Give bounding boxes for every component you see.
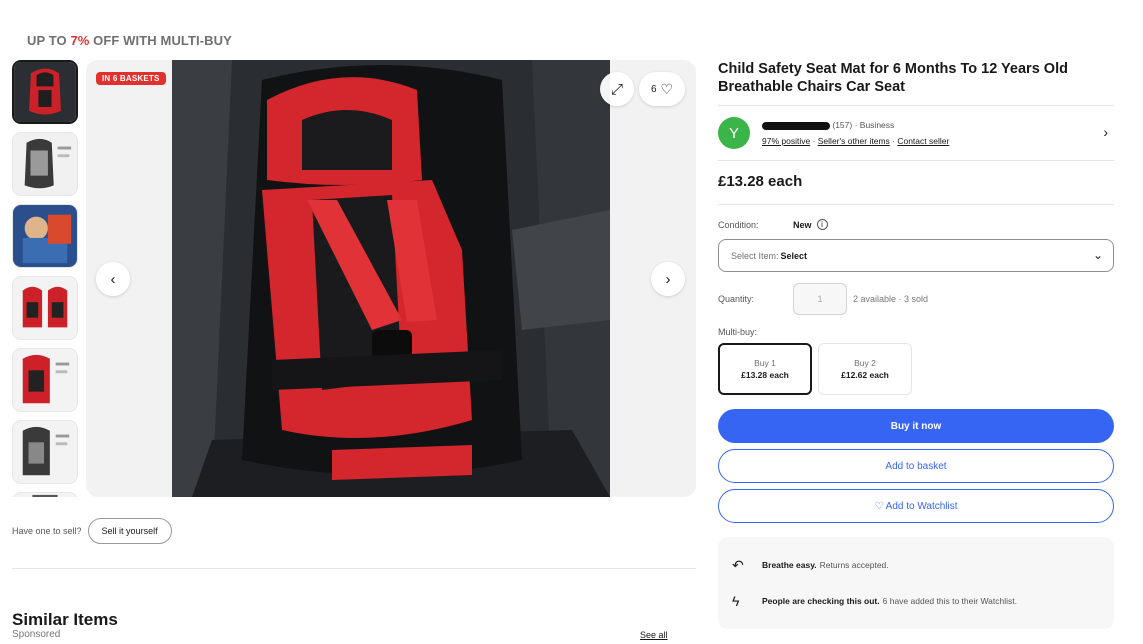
section-divider (12, 568, 696, 569)
item-price: £13.28 each (718, 173, 803, 190)
expand-image-button[interactable]: ⤢ (600, 72, 634, 106)
heart-icon: ♡ (660, 80, 674, 97)
thumbnail-7[interactable] (12, 492, 78, 497)
quantity-input[interactable]: 1 (793, 283, 847, 315)
watchers-bold: People are checking this out. (762, 596, 880, 606)
seller-name-redacted (762, 121, 830, 130)
similar-items-heading: Similar Items (12, 610, 118, 629)
divider (718, 204, 1114, 205)
promo-prefix: UP TO (27, 33, 71, 48)
seller-info: (157) · Business 97% positive · Seller's… (762, 120, 950, 146)
condition-row: Condition: New i (718, 219, 1114, 230)
divider (718, 105, 1114, 106)
quantity-availability: 2 available · 3 sold (853, 294, 929, 304)
thumbnail-6[interactable] (12, 420, 78, 484)
gallery-watch-button[interactable]: 6 ♡ (639, 72, 685, 106)
product-photo[interactable] (172, 60, 610, 497)
returns-bold: Breathe easy. (762, 560, 817, 570)
watchers-text: 6 have added this to their Watchlist. (882, 596, 1017, 606)
item-variant-select[interactable]: Select Item: Select ⌄ (718, 239, 1114, 272)
add-to-basket-button[interactable]: Add to basket (718, 449, 1114, 483)
seller-other-items-link[interactable]: Seller's other items (818, 136, 890, 146)
main-image-gallery: IN 6 BASKETS ‹ › ⤢ 6 ♡ (86, 60, 696, 497)
previous-image-button[interactable]: ‹ (96, 262, 130, 296)
thumbnail-3[interactable] (12, 204, 78, 268)
thumbnail-1[interactable] (12, 60, 78, 124)
multibuy-label: Multi-buy: (718, 327, 758, 337)
promo-percent: 7% (70, 33, 90, 48)
seller-feedback-count: (157) (832, 120, 853, 130)
return-arrow-icon: ↶ (732, 556, 744, 573)
contact-seller-link[interactable]: Contact seller (897, 136, 949, 146)
promo-suffix: OFF WITH MULTI-BUY (89, 33, 232, 48)
info-icon[interactable]: i (816, 219, 828, 230)
returns-info: ↶ Breathe easy. Returns accepted. (732, 547, 1100, 583)
in-baskets-badge: IN 6 BASKETS (96, 72, 166, 85)
watchers-info: ϟ People are checking this out. 6 have a… (732, 583, 1100, 619)
seller-card[interactable]: Y (157) · Business 97% positive · Seller… (718, 115, 1114, 151)
sell-your-own-row: Have one to sell? Sell it yourself (12, 518, 172, 544)
thumbnail-5[interactable] (12, 348, 78, 412)
product-title: Child Safety Seat Mat for 6 Months To 12… (718, 61, 1068, 95)
tier-price: £13.28 each (741, 370, 789, 380)
thumbnail-2[interactable] (12, 132, 78, 196)
info-box: ↶ Breathe easy. Returns accepted. ϟ Peop… (718, 537, 1114, 629)
select-value: Select (780, 250, 808, 261)
lightning-icon: ϟ (732, 593, 740, 609)
multibuy-tier-1[interactable]: Buy 1 £13.28 each (718, 343, 812, 395)
condition-label: Condition: (718, 219, 759, 230)
chevron-down-icon: ⌄ (1092, 248, 1103, 262)
thumbnail-4[interactable] (12, 276, 78, 340)
quantity-row: Quantity: 1 2 available · 3 sold (718, 283, 1114, 315)
sell-it-yourself-button[interactable]: Sell it yourself (87, 518, 172, 544)
condition-value: New (793, 219, 812, 230)
purchase-panel: Child Safety Seat Mat for 6 Months To 12… (718, 60, 1114, 629)
watch-count: 6 (650, 83, 657, 95)
thumbnail-strip (12, 60, 80, 497)
divider (718, 160, 1114, 161)
sponsored-label: Sponsored (12, 629, 61, 640)
add-to-watchlist-button[interactable]: ♡ Add to Watchlist (718, 489, 1114, 523)
multibuy-promo-banner: UP TO 7% OFF WITH MULTI-BUY (27, 33, 232, 48)
chevron-right-icon: › (665, 270, 671, 288)
select-label: Select Item: (731, 250, 779, 261)
see-all-link[interactable]: See all (640, 630, 668, 640)
multibuy-tier-2[interactable]: Buy 2 £12.62 each (818, 343, 912, 395)
next-image-button[interactable]: › (651, 262, 685, 296)
returns-text: Returns accepted. (819, 560, 889, 570)
buy-it-now-button[interactable]: Buy it now (718, 409, 1114, 443)
seller-positive-link[interactable]: 97% positive (762, 136, 810, 146)
chevron-left-icon: ‹ (110, 270, 116, 288)
seller-avatar: Y (718, 117, 750, 149)
tier-qty: Buy 1 (754, 358, 776, 368)
chevron-right-icon: › (1103, 124, 1108, 140)
tier-qty: Buy 2 (854, 358, 876, 368)
expand-icon: ⤢ (610, 80, 623, 98)
quantity-label: Quantity: (718, 294, 755, 304)
multibuy-tiers: Buy 1 £13.28 each Buy 2 £12.62 each (718, 343, 1114, 395)
tier-price: £12.62 each (841, 370, 889, 380)
seller-type: Business (859, 120, 895, 130)
sell-question: Have one to sell? (12, 526, 82, 536)
